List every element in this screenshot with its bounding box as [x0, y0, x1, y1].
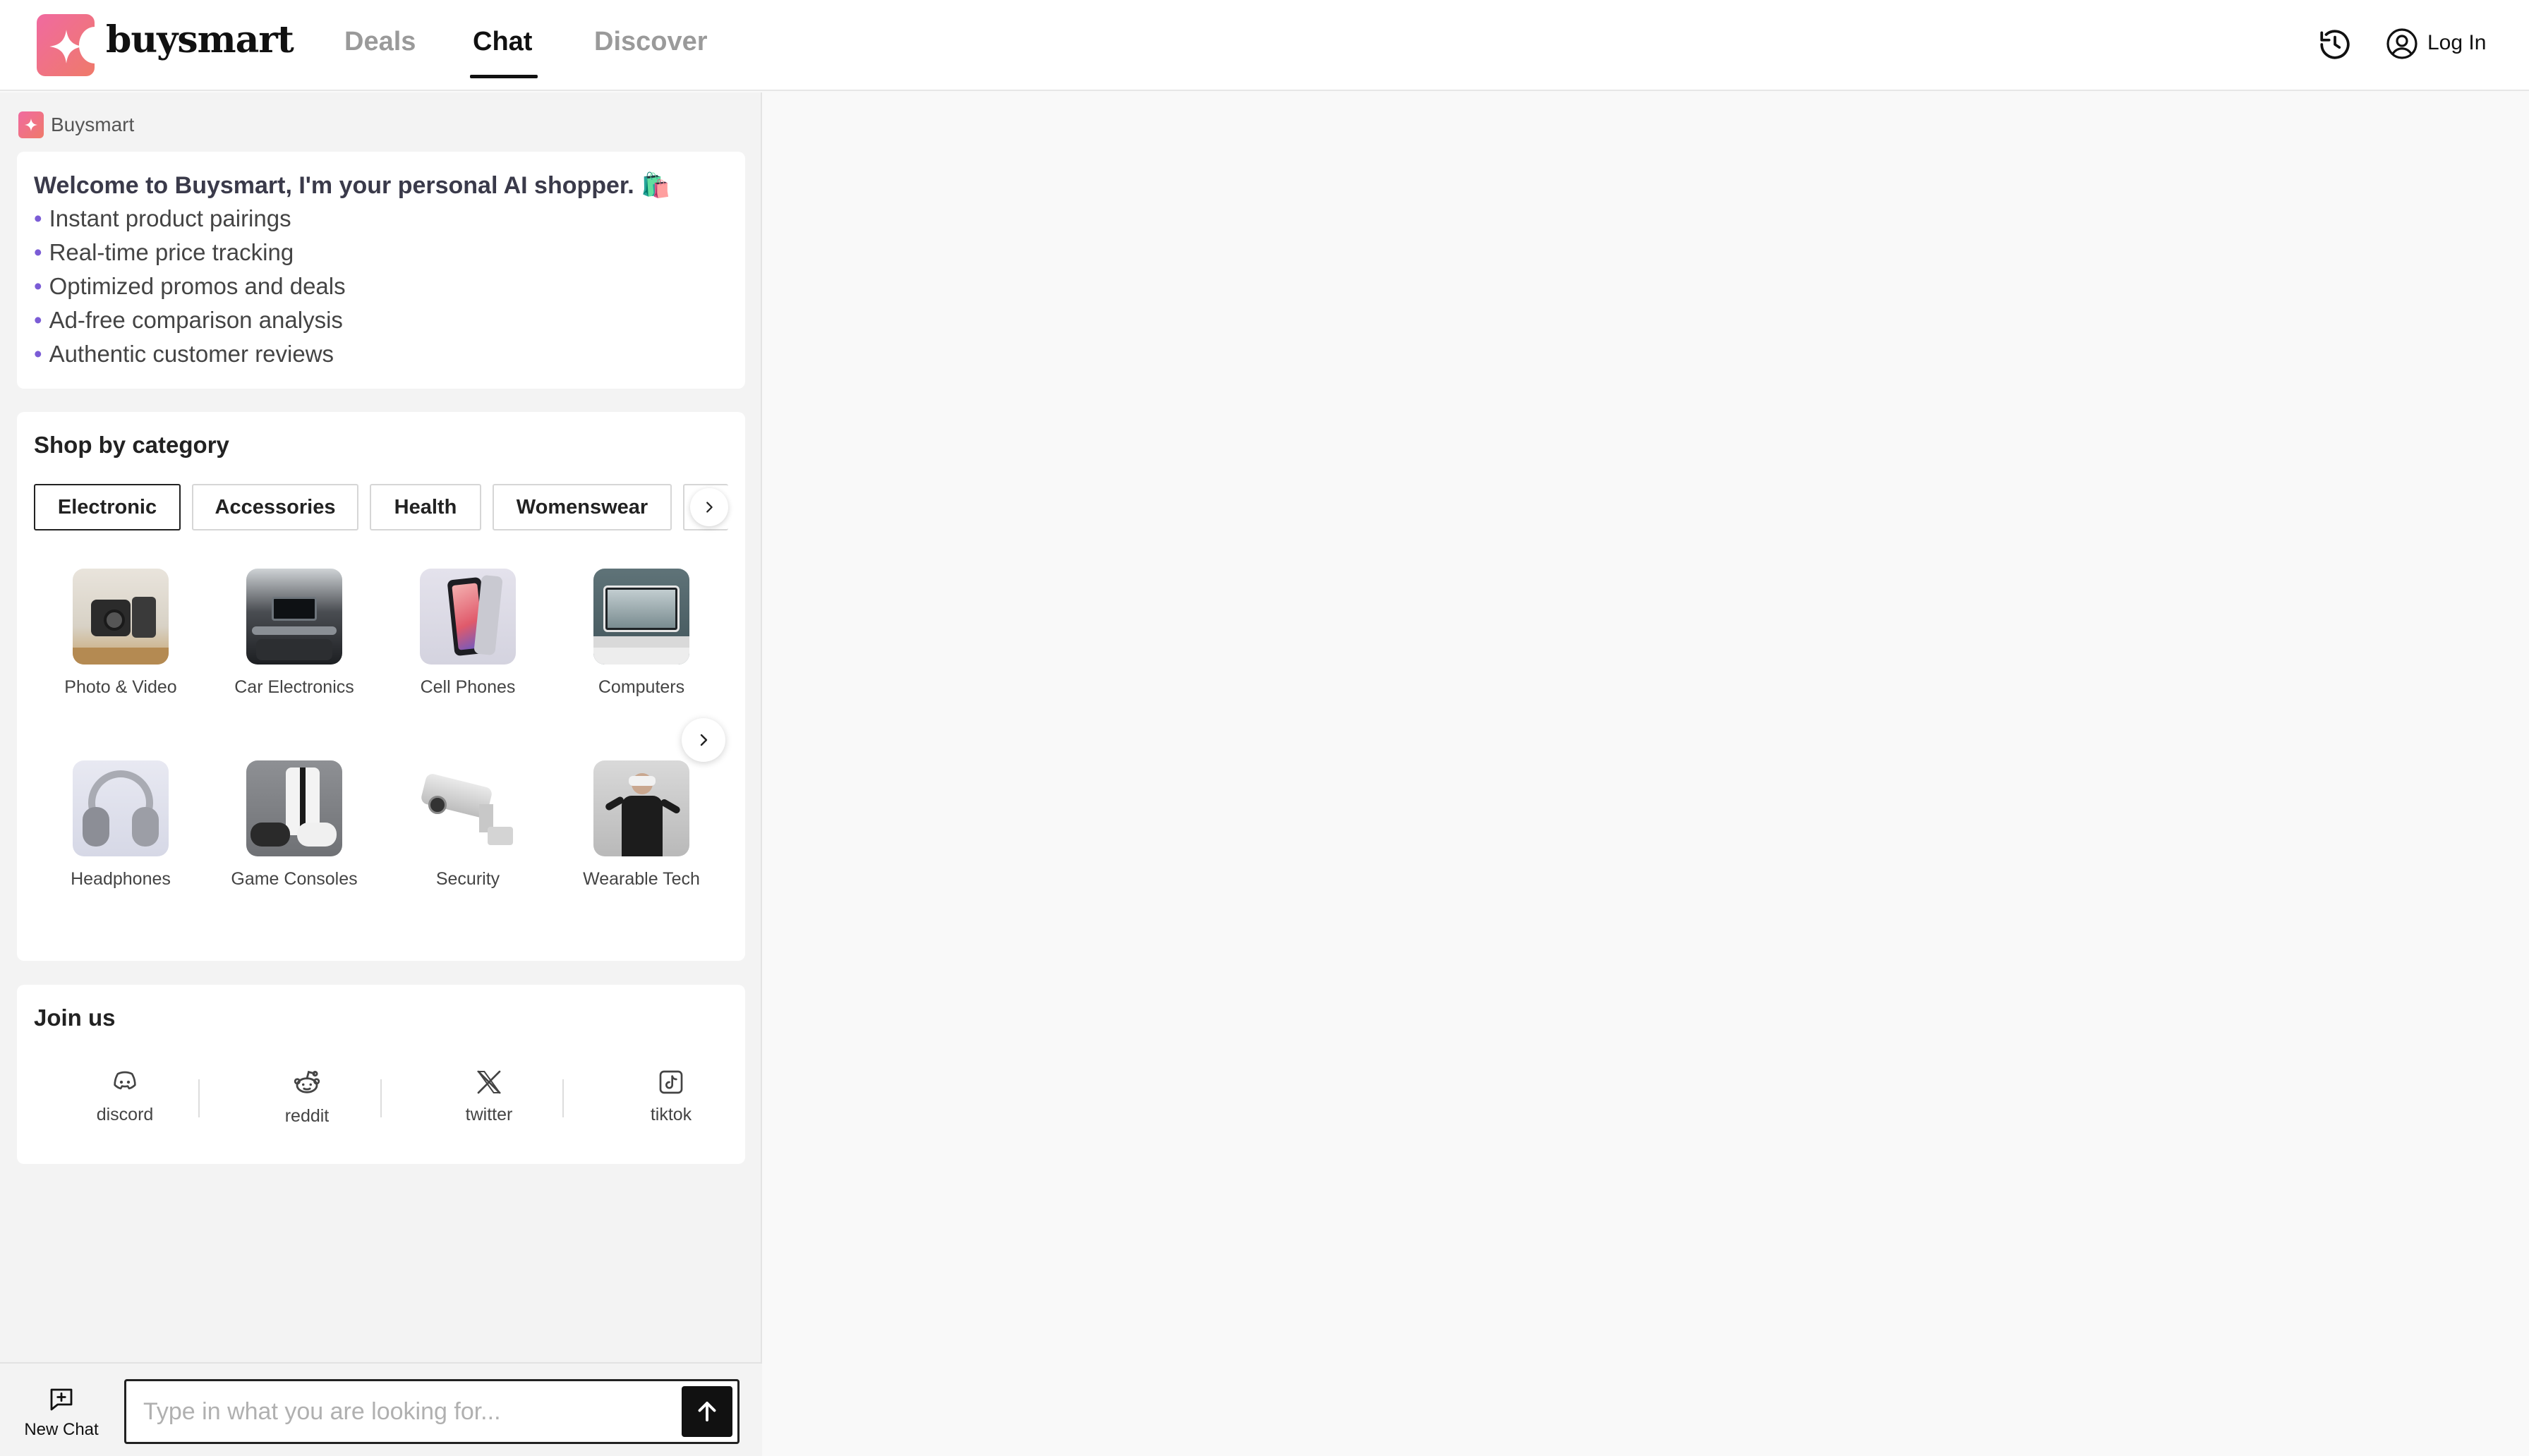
laptop-image	[593, 569, 689, 665]
reddit-link[interactable]: reddit	[216, 1068, 398, 1127]
discord-icon	[114, 1071, 136, 1090]
category-photo-video[interactable]: Photo & Video	[47, 569, 195, 698]
headphones-image	[73, 760, 169, 856]
divider	[380, 1079, 382, 1117]
assistant-name: Buysmart	[51, 114, 135, 135]
content-area	[763, 92, 2529, 1456]
chat-composer: New Chat	[0, 1362, 762, 1456]
car-dashboard-image	[246, 569, 342, 665]
reddit-icon	[294, 1070, 320, 1093]
phone-image	[420, 569, 516, 665]
top-header: buysmart Deals Chat Discover Log In	[0, 0, 2529, 91]
security-camera-image	[420, 760, 516, 856]
chip-womenswear[interactable]: Womenswear	[493, 484, 672, 530]
feature-item: • Instant product pairings	[34, 205, 291, 231]
new-chat-button[interactable]: New Chat	[14, 1385, 109, 1440]
chevron-right-icon	[700, 734, 708, 746]
divider	[562, 1079, 564, 1117]
chevron-right-icon	[706, 502, 713, 513]
feature-item: • Real-time price tracking	[34, 239, 294, 265]
camera-image	[73, 569, 169, 665]
tab-chat[interactable]: Chat	[473, 27, 532, 57]
category-computers[interactable]: Computers	[567, 569, 716, 698]
category-headphones[interactable]: Headphones	[47, 760, 195, 890]
feature-item: • Optimized promos and deals	[34, 273, 346, 299]
send-button[interactable]	[682, 1386, 732, 1437]
chips-next-button[interactable]	[690, 488, 728, 526]
login-link[interactable]: Log In	[2427, 31, 2486, 55]
chip-accessories[interactable]: Accessories	[192, 484, 358, 530]
welcome-title: Welcome to Buysmart, I'm your personal A…	[34, 172, 671, 199]
feature-item: • Ad-free comparison analysis	[34, 307, 343, 333]
tab-discover[interactable]: Discover	[594, 27, 708, 57]
active-tab-indicator	[470, 75, 538, 78]
category-wearable-tech[interactable]: Wearable Tech	[567, 760, 716, 890]
shop-by-category: Shop by category Electronic Accessories …	[17, 412, 745, 961]
tab-deals[interactable]: Deals	[344, 27, 416, 57]
divider	[198, 1079, 200, 1117]
brand-name[interactable]: buysmart	[106, 18, 294, 61]
categories-next-button[interactable]	[682, 718, 725, 762]
join-title: Join us	[34, 1005, 116, 1031]
category-game-consoles[interactable]: Game Consoles	[220, 760, 368, 890]
tiktok-icon	[659, 1070, 683, 1094]
tiktok-link[interactable]: tiktok	[580, 1068, 762, 1125]
vr-headset-image	[593, 760, 689, 856]
history-icon[interactable]	[2317, 27, 2353, 62]
search-input[interactable]	[124, 1379, 740, 1444]
category-title: Shop by category	[34, 432, 229, 458]
x-icon	[477, 1070, 501, 1094]
category-cell-phones[interactable]: Cell Phones	[394, 569, 542, 698]
category-car-electronics[interactable]: Car Electronics	[220, 569, 368, 698]
discord-link[interactable]: discord	[34, 1068, 216, 1125]
chip-health[interactable]: Health	[370, 484, 481, 530]
join-us: Join us discord reddit twitter tiktok	[17, 985, 745, 1164]
console-image	[246, 760, 342, 856]
assistant-avatar-icon	[18, 111, 44, 138]
new-chat-icon	[50, 1388, 73, 1411]
buysmart-logo-icon[interactable]	[37, 14, 95, 76]
chat-panel: Buysmart Welcome to Buysmart, I'm your p…	[0, 92, 762, 1456]
feature-item: • Authentic customer reviews	[34, 341, 334, 367]
category-security[interactable]: Security	[394, 760, 542, 890]
user-icon[interactable]	[2385, 27, 2419, 61]
arrow-up-icon	[698, 1402, 716, 1421]
twitter-link[interactable]: twitter	[398, 1068, 580, 1125]
welcome-message: Welcome to Buysmart, I'm your personal A…	[17, 152, 745, 389]
chip-electronic[interactable]: Electronic	[34, 484, 181, 530]
